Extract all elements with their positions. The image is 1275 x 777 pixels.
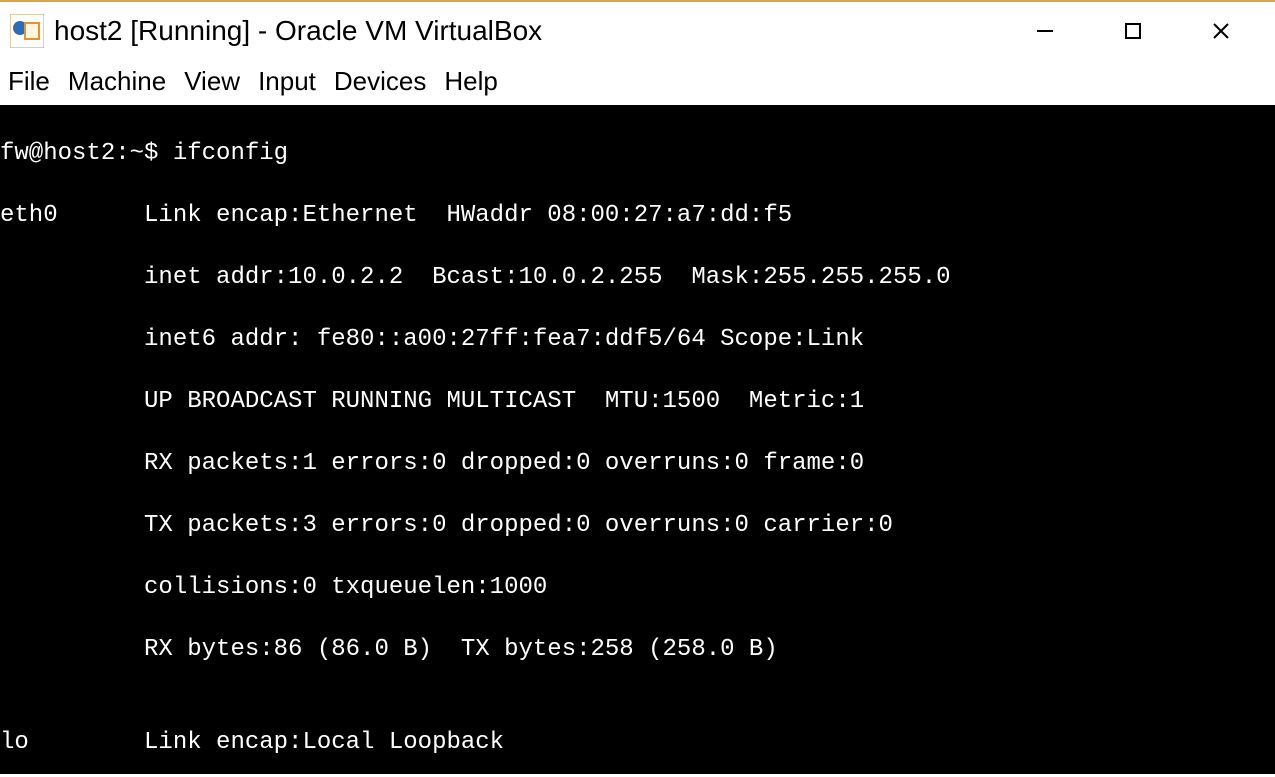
window-controls (1025, 11, 1265, 51)
minimize-button[interactable] (1025, 11, 1065, 51)
terminal-output-line: RX bytes:86 (86.0 B) TX bytes:258 (258.0… (0, 634, 1275, 665)
terminal-output-line: TX packets:3 errors:0 dropped:0 overruns… (0, 510, 1275, 541)
maximize-button[interactable] (1113, 11, 1153, 51)
terminal[interactable]: fw@host2:~$ ifconfig eth0 Link encap:Eth… (0, 105, 1275, 774)
menu-input[interactable]: Input (258, 66, 316, 97)
titlebar: host2 [Running] - Oracle VM VirtualBox (0, 2, 1275, 60)
terminal-output-line: inet6 addr: fe80::a00:27ff:fea7:ddf5/64 … (0, 324, 1275, 355)
command: ifconfig (173, 140, 288, 167)
window-title: host2 [Running] - Oracle VM VirtualBox (54, 15, 1025, 47)
menu-view[interactable]: View (184, 66, 240, 97)
virtualbox-icon (10, 14, 44, 48)
terminal-output-line: inet addr:10.0.2.2 Bcast:10.0.2.255 Mask… (0, 262, 1275, 293)
terminal-output-line: lo Link encap:Local Loopback (0, 727, 1275, 758)
menubar: File Machine View Input Devices Help (0, 60, 1275, 105)
terminal-prompt-line: fw@host2:~$ ifconfig (0, 138, 1275, 169)
prompt: fw@host2:~$ (0, 140, 173, 167)
terminal-output-line: RX packets:1 errors:0 dropped:0 overruns… (0, 448, 1275, 479)
terminal-output-line: eth0 Link encap:Ethernet HWaddr 08:00:27… (0, 200, 1275, 231)
close-button[interactable] (1201, 11, 1241, 51)
menu-file[interactable]: File (8, 66, 50, 97)
menu-machine[interactable]: Machine (68, 66, 166, 97)
menu-devices[interactable]: Devices (334, 66, 426, 97)
terminal-output-line: UP BROADCAST RUNNING MULTICAST MTU:1500 … (0, 386, 1275, 417)
menu-help[interactable]: Help (444, 66, 497, 97)
terminal-output-line: collisions:0 txqueuelen:1000 (0, 572, 1275, 603)
